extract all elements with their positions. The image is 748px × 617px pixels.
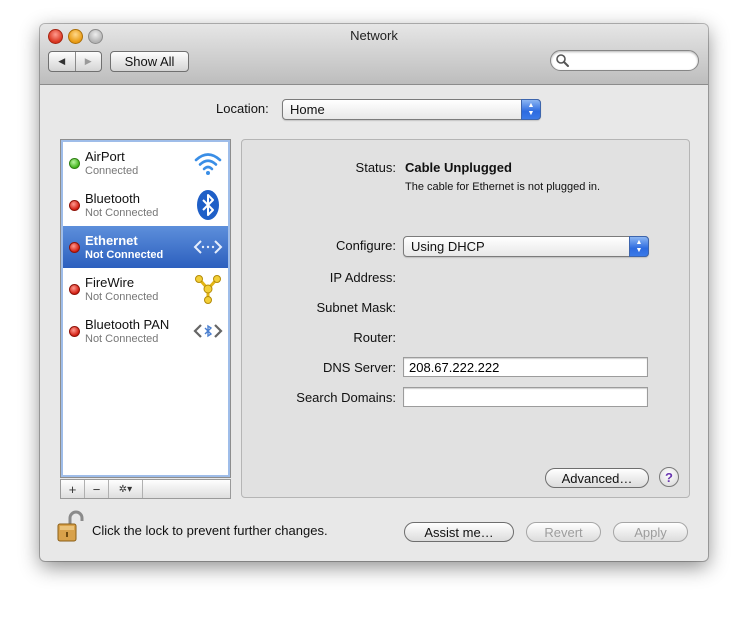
status-dot bbox=[69, 326, 80, 337]
service-name: Bluetooth bbox=[85, 191, 140, 206]
lock-icon[interactable] bbox=[56, 510, 86, 544]
title-bar: Network ◀ ▶ Show All bbox=[40, 24, 708, 85]
status-dot bbox=[69, 242, 80, 253]
service-item-airport[interactable]: AirPort Connected bbox=[63, 142, 228, 184]
search-icon bbox=[556, 54, 569, 67]
service-status: Not Connected bbox=[85, 333, 159, 345]
assist-me-button[interactable]: Assist me… bbox=[404, 522, 514, 542]
window-title: Network bbox=[350, 28, 398, 43]
ethernet-icon bbox=[193, 240, 223, 254]
search-input[interactable] bbox=[573, 53, 691, 68]
back-forward-control: ◀ ▶ bbox=[48, 51, 102, 72]
subnet-mask-label: Subnet Mask: bbox=[316, 300, 397, 315]
remove-service-button[interactable]: − bbox=[85, 480, 109, 498]
service-list-toolbar: + − ✲▾ bbox=[60, 479, 231, 499]
configure-popup[interactable]: Using DHCP ▲ ▼ bbox=[403, 236, 649, 257]
service-name: FireWire bbox=[85, 275, 135, 290]
service-item-ethernet[interactable]: Ethernet Not Connected bbox=[63, 226, 228, 268]
service-status: Not Connected bbox=[85, 207, 159, 219]
search-domains-label: Search Domains: bbox=[296, 390, 396, 405]
advanced-button[interactable]: Advanced… bbox=[545, 468, 649, 488]
add-service-button[interactable]: + bbox=[61, 480, 85, 498]
search-field[interactable] bbox=[550, 50, 699, 71]
location-popup[interactable]: Home ▲ ▼ bbox=[282, 99, 541, 120]
status-dot bbox=[69, 284, 80, 295]
service-name: Bluetooth PAN bbox=[85, 317, 170, 332]
status-label: Status: bbox=[355, 160, 396, 175]
status-dot bbox=[69, 158, 80, 169]
forward-button[interactable]: ▶ bbox=[74, 52, 102, 71]
service-item-bluetooth[interactable]: Bluetooth Not Connected bbox=[63, 184, 228, 226]
service-name: Ethernet bbox=[85, 233, 138, 248]
show-all-button[interactable]: Show All bbox=[110, 51, 189, 72]
network-preferences-window: Network ◀ ▶ Show All Location: Home ▲ ▼ A… bbox=[40, 24, 708, 561]
service-detail-panel: Status: Cable Unplugged The cable for Et… bbox=[241, 139, 690, 498]
status-dot bbox=[69, 200, 80, 211]
revert-button[interactable]: Revert bbox=[526, 522, 601, 542]
service-item-bluetooth-pan[interactable]: Bluetooth PAN Not Connected bbox=[63, 310, 228, 352]
popup-arrows-icon: ▲ ▼ bbox=[629, 236, 649, 257]
location-value: Home bbox=[290, 102, 325, 117]
status-description: The cable for Ethernet is not plugged in… bbox=[405, 181, 601, 193]
dns-server-label: DNS Server: bbox=[323, 360, 396, 375]
router-label: Router: bbox=[353, 330, 396, 345]
bluetooth-pan-icon bbox=[193, 324, 223, 338]
back-button[interactable]: ◀ bbox=[49, 52, 75, 71]
dns-server-field[interactable] bbox=[403, 357, 648, 377]
configure-label: Configure: bbox=[336, 238, 396, 253]
service-status: Connected bbox=[85, 165, 139, 177]
configure-value: Using DHCP bbox=[411, 239, 485, 254]
wifi-icon bbox=[194, 153, 222, 175]
action-menu-button[interactable]: ✲▾ bbox=[109, 480, 143, 498]
service-list[interactable]: AirPort Connected Bluetooth Not Connecte… bbox=[60, 139, 231, 478]
lock-message: Click the lock to prevent further change… bbox=[92, 523, 328, 538]
search-domains-field[interactable] bbox=[403, 387, 648, 407]
location-label: Location: bbox=[216, 101, 269, 116]
bluetooth-icon bbox=[197, 190, 219, 220]
ip-address-label: IP Address: bbox=[329, 270, 396, 285]
status-value: Cable Unplugged bbox=[405, 160, 512, 175]
service-name: AirPort bbox=[85, 149, 125, 164]
service-status: Not Connected bbox=[85, 249, 164, 261]
help-button[interactable]: ? bbox=[659, 467, 679, 487]
service-item-firewire[interactable]: FireWire Not Connected bbox=[63, 268, 228, 310]
firewire-icon bbox=[195, 275, 221, 304]
apply-button[interactable]: Apply bbox=[613, 522, 688, 542]
popup-arrows-icon: ▲ ▼ bbox=[521, 99, 541, 120]
service-status: Not Connected bbox=[85, 291, 159, 303]
